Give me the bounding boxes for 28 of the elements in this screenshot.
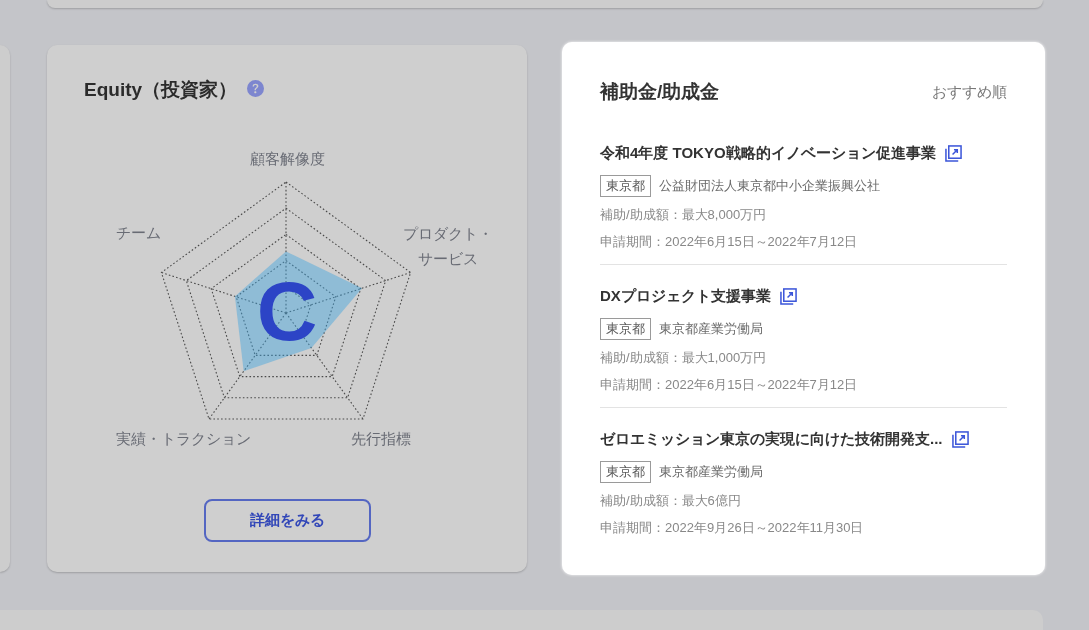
external-link-icon[interactable] [951, 430, 969, 448]
grant-title[interactable]: ゼロエミッション東京の実現に向けた技術開発支... [600, 428, 943, 450]
region-tag: 東京都 [600, 461, 651, 483]
organization-name: 東京都産業労働局 [659, 320, 763, 339]
axis-label: プロダクト・サービス [402, 224, 494, 269]
region-tag: 東京都 [600, 318, 651, 340]
organization-name: 東京都産業労働局 [659, 463, 763, 482]
external-link-icon[interactable] [779, 287, 797, 305]
sort-selector[interactable]: おすすめ順 [932, 80, 1007, 104]
card-title: Equity（投資家） [84, 78, 238, 102]
axis-label: 実績・トラクション [116, 429, 251, 449]
grant-title[interactable]: 令和4年度 TOKYO戦略的イノベーション促進事業 [600, 142, 936, 164]
application-period: 申請期間：2022年6月15日～2022年7月12日 [600, 376, 859, 394]
detail-button[interactable]: 詳細をみる [203, 499, 371, 542]
grant-amount: 補助/助成額：最大1,000万円 [600, 349, 768, 367]
application-period: 申請期間：2022年6月15日～2022年7月12日 [600, 233, 859, 251]
grant-amount: 補助/助成額：最大6億円 [600, 492, 742, 510]
region-tag: 東京都 [600, 175, 651, 197]
axis-label: チーム [116, 223, 161, 243]
axis-label: 顧客解像度 [248, 149, 326, 169]
axis-label: 先行指標 [351, 429, 411, 449]
grant-amount: 補助/助成額：最大8,000万円 [600, 206, 768, 224]
external-link-icon[interactable] [944, 144, 962, 162]
grade-letter: C [256, 269, 318, 353]
application-period: 申請期間：2022年9月26日～2022年11月30日 [600, 519, 865, 537]
card-title: 補助金/助成金 [600, 80, 720, 104]
grant-title[interactable]: DXプロジェクト支援事業 [600, 285, 771, 307]
organization-name: 公益財団法人東京都中小企業振興公社 [659, 177, 880, 196]
